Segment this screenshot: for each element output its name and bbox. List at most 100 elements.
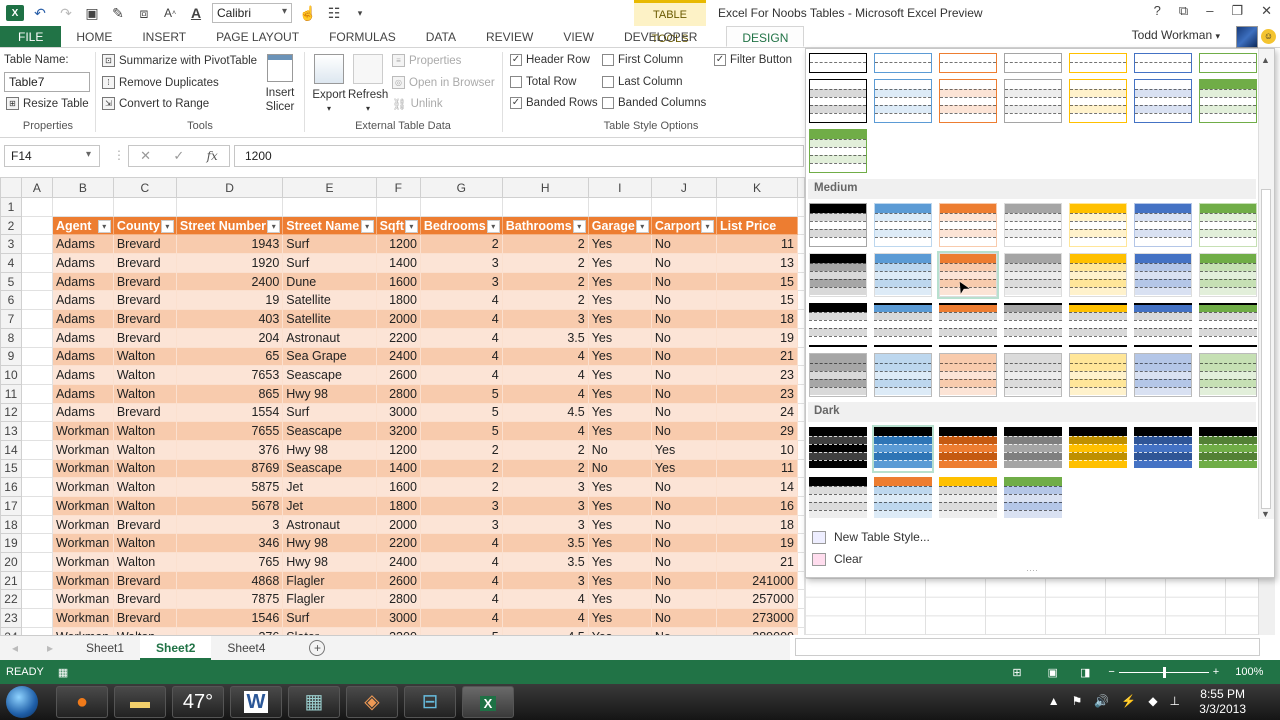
table-cell[interactable]: Adams bbox=[51, 271, 114, 292]
tab-design[interactable]: DESIGN bbox=[726, 26, 805, 47]
table-cell[interactable]: No bbox=[650, 626, 717, 635]
table-cell[interactable]: Yes bbox=[587, 514, 652, 535]
table-cell[interactable]: Surf bbox=[282, 608, 377, 628]
table-cell[interactable]: No bbox=[650, 253, 717, 273]
table-cell[interactable]: No bbox=[587, 458, 652, 479]
table-cell[interactable]: 2400 bbox=[375, 552, 421, 572]
table-cell[interactable]: No bbox=[650, 346, 717, 367]
table-cell[interactable]: 5 bbox=[419, 421, 503, 441]
style-swatch-light[interactable] bbox=[939, 79, 997, 123]
normal-view-icon[interactable]: ⊞ bbox=[1012, 666, 1021, 679]
table-cell[interactable]: Workman bbox=[51, 458, 114, 479]
table-cell[interactable]: Sea Grape bbox=[282, 346, 377, 367]
style-swatch-medium[interactable] bbox=[1069, 303, 1127, 347]
cell[interactable] bbox=[797, 365, 805, 385]
table-cell[interactable]: 2 bbox=[501, 290, 589, 311]
style-swatch-medium[interactable] bbox=[939, 203, 997, 247]
table-cell[interactable]: 5 bbox=[419, 626, 503, 635]
cell[interactable] bbox=[587, 197, 652, 217]
table-cell[interactable]: Yes bbox=[587, 271, 652, 292]
table-cell[interactable]: 1800 bbox=[375, 290, 421, 311]
table-cell[interactable]: 257000 bbox=[715, 589, 799, 610]
table-cell[interactable]: Hwy 98 bbox=[282, 383, 377, 404]
open-in-browser-button[interactable]: ◎ Open in Browser bbox=[392, 76, 495, 89]
table-cell[interactable]: Yes bbox=[587, 477, 652, 497]
table-cell[interactable]: Walton bbox=[112, 533, 177, 554]
table-header-cell[interactable]: Bathrooms ▾ bbox=[501, 215, 589, 236]
table-cell[interactable]: 2 bbox=[501, 234, 589, 255]
table-cell[interactable]: 1400 bbox=[375, 253, 421, 273]
new-sheet-icon[interactable]: + bbox=[309, 640, 326, 656]
table-cell[interactable]: 3 bbox=[175, 514, 284, 535]
style-swatch-medium[interactable] bbox=[1134, 253, 1192, 297]
column-header[interactable]: B bbox=[51, 177, 114, 198]
style-swatch-medium[interactable] bbox=[1004, 303, 1062, 347]
touch-icon[interactable]: ☝ bbox=[298, 4, 318, 22]
start-button[interactable] bbox=[6, 686, 38, 718]
table-cell[interactable]: Yes bbox=[587, 309, 652, 329]
table-cell[interactable]: 15 bbox=[715, 290, 799, 311]
style-swatch-dark[interactable] bbox=[809, 427, 867, 471]
font-name-combo[interactable]: Calibri bbox=[212, 3, 292, 23]
cell[interactable] bbox=[20, 346, 53, 367]
cell[interactable] bbox=[797, 477, 805, 497]
table-cell[interactable]: 4 bbox=[501, 346, 589, 367]
cell[interactable] bbox=[797, 570, 805, 591]
table-cell[interactable]: 1546 bbox=[175, 608, 284, 628]
table-cell[interactable]: Yes bbox=[587, 589, 652, 610]
table-cell[interactable]: 2600 bbox=[375, 365, 421, 385]
style-swatch-medium[interactable] bbox=[1199, 303, 1257, 347]
export-button[interactable]: Export ▾ bbox=[310, 54, 348, 116]
column-header[interactable]: H bbox=[501, 177, 589, 198]
style-swatch-dark[interactable] bbox=[1069, 427, 1127, 471]
row-header[interactable]: 11 bbox=[0, 383, 22, 404]
table-cell[interactable]: 2600 bbox=[375, 570, 421, 591]
table-cell[interactable]: 1200 bbox=[375, 234, 421, 255]
table-cell[interactable]: 14 bbox=[715, 477, 799, 497]
grid-cells-right[interactable] bbox=[805, 578, 1260, 635]
cell[interactable] bbox=[20, 458, 53, 479]
cell[interactable] bbox=[797, 552, 805, 572]
cell[interactable] bbox=[797, 496, 805, 516]
table-cell[interactable]: 5875 bbox=[175, 477, 284, 497]
style-swatch-light[interactable] bbox=[874, 53, 932, 73]
style-swatch-medium[interactable] bbox=[1199, 203, 1257, 247]
table-cell[interactable]: 11 bbox=[715, 234, 799, 255]
row-header[interactable]: 15 bbox=[0, 458, 22, 479]
filter-dropdown-icon[interactable]: ▾ bbox=[700, 219, 714, 233]
taskbar-weather[interactable]: 47° bbox=[172, 686, 224, 718]
table-cell[interactable]: 376 bbox=[175, 626, 284, 635]
table-cell[interactable]: 4868 bbox=[175, 570, 284, 591]
scroll-left-icon[interactable]: ◂ bbox=[0, 641, 30, 655]
row-header[interactable]: 13 bbox=[0, 421, 22, 441]
table-cell[interactable]: 2400 bbox=[175, 271, 284, 292]
row-header[interactable]: 8 bbox=[0, 327, 22, 348]
table-cell[interactable]: 2 bbox=[501, 271, 589, 292]
row-header[interactable]: 10 bbox=[0, 365, 22, 385]
style-swatch-medium[interactable] bbox=[809, 303, 867, 347]
table-cell[interactable]: No bbox=[650, 421, 717, 441]
row-header[interactable]: 5 bbox=[0, 271, 22, 292]
table-cell[interactable]: 3 bbox=[419, 496, 503, 516]
table-cell[interactable]: Brevard bbox=[112, 309, 177, 329]
table-cell[interactable]: 7653 bbox=[175, 365, 284, 385]
table-cell[interactable]: 2 bbox=[419, 458, 503, 479]
header-row-checkbox[interactable]: ✓ Header Row bbox=[510, 54, 590, 66]
table-header-cell[interactable]: County ▾ bbox=[112, 215, 177, 236]
table-cell[interactable]: Adams bbox=[51, 290, 114, 311]
cell[interactable] bbox=[797, 215, 805, 236]
filter-dropdown-icon[interactable]: ▾ bbox=[360, 219, 374, 233]
gallery-scrollbar[interactable]: ▲ ▼ bbox=[1258, 49, 1274, 519]
table-cell[interactable]: Workman bbox=[51, 533, 114, 554]
style-swatch-light[interactable] bbox=[1199, 79, 1257, 123]
column-header[interactable]: K bbox=[715, 177, 799, 198]
table-cell[interactable]: Jet bbox=[282, 496, 377, 516]
table-cell[interactable]: 4 bbox=[419, 589, 503, 610]
table-cell[interactable]: No bbox=[650, 552, 717, 572]
column-header[interactable] bbox=[797, 177, 805, 198]
table-cell[interactable]: 2800 bbox=[375, 383, 421, 404]
style-swatch-light[interactable] bbox=[809, 79, 867, 123]
table-cell[interactable]: 5678 bbox=[175, 496, 284, 516]
horizontal-scrollbar[interactable] bbox=[795, 638, 1260, 656]
table-cell[interactable]: 1920 bbox=[175, 253, 284, 273]
